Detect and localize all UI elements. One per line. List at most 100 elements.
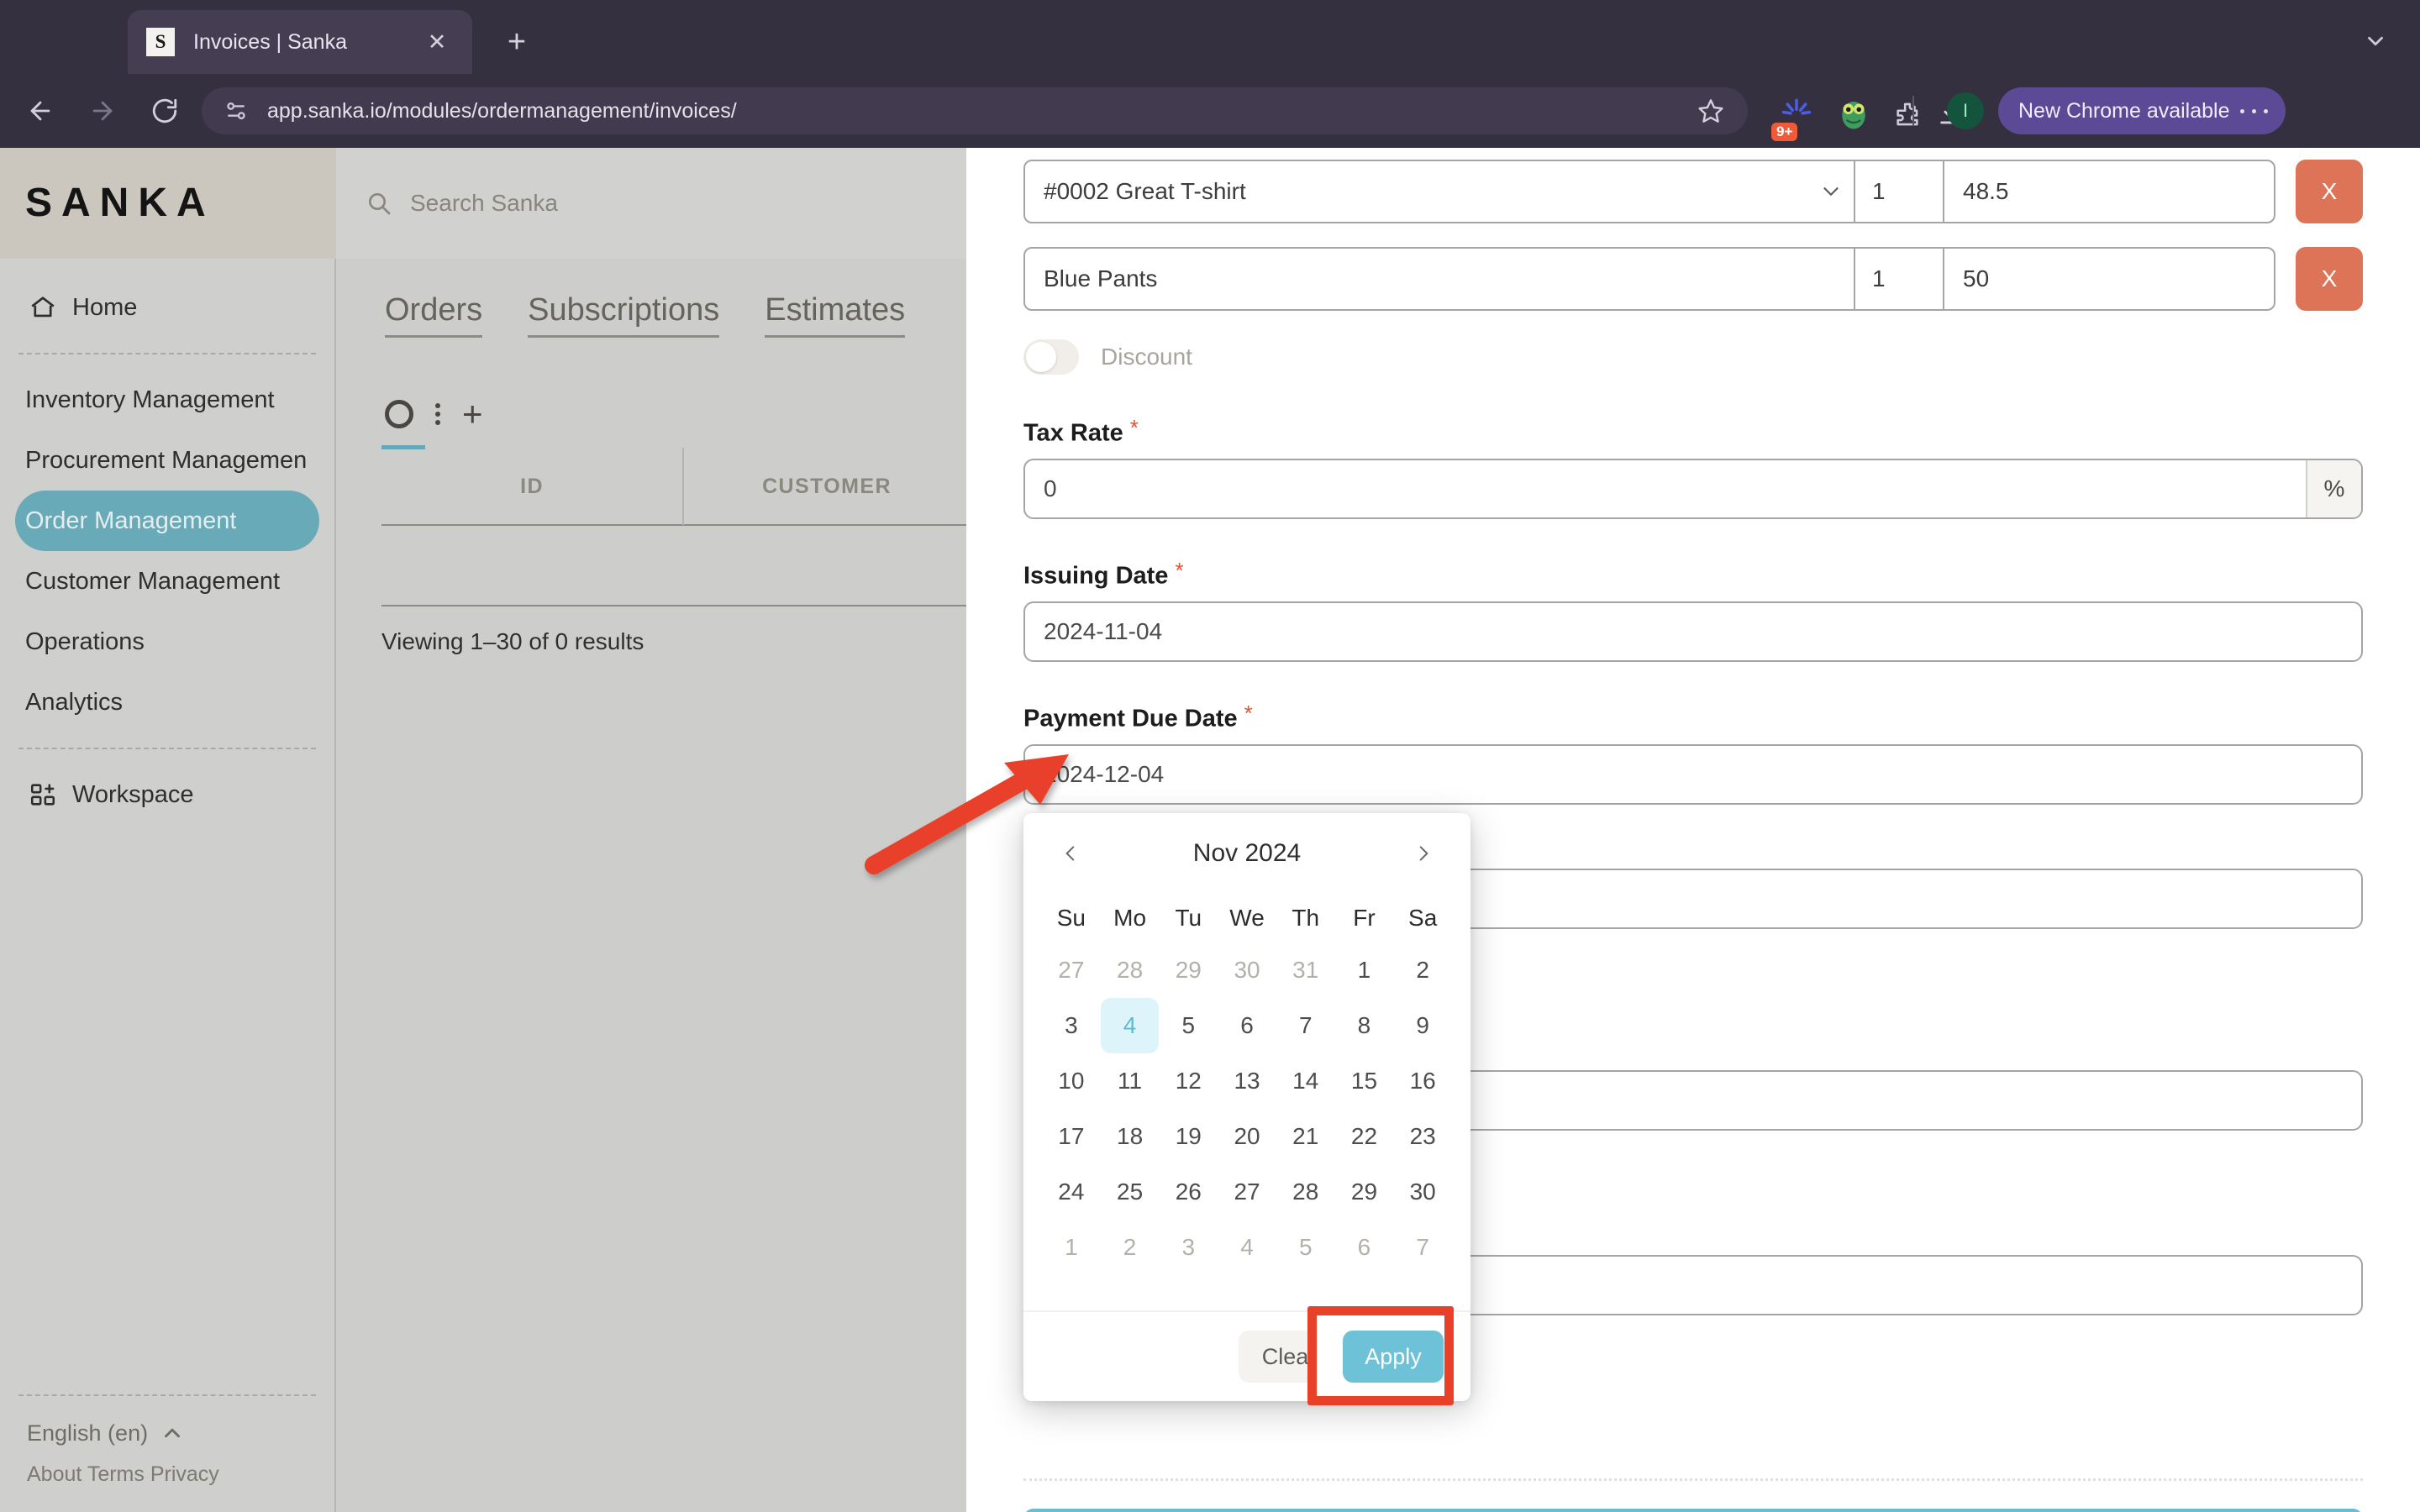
kebab-menu-icon[interactable] xyxy=(2237,93,2272,129)
calendar-day[interactable]: 28 xyxy=(1101,942,1160,998)
calendar-day[interactable]: 7 xyxy=(1276,998,1335,1053)
new-tab-button[interactable]: + xyxy=(497,24,536,62)
calendar-day[interactable]: 9 xyxy=(1393,998,1452,1053)
price-input[interactable]: 48.5 xyxy=(1943,161,2274,222)
forward-arrow-icon[interactable] xyxy=(81,89,124,133)
tab-subscriptions[interactable]: Subscriptions xyxy=(528,292,719,338)
chevron-down-icon[interactable] xyxy=(2354,20,2396,62)
view-options-icon[interactable] xyxy=(435,400,440,428)
calendar-day[interactable]: 31 xyxy=(1276,942,1335,998)
calendar-day[interactable]: 6 xyxy=(1218,998,1276,1053)
legal-links[interactable]: About Terms Privacy xyxy=(0,1455,334,1494)
remove-line-item-button[interactable]: X xyxy=(2296,247,2363,311)
address-bar[interactable]: app.sanka.io/modules/ordermanagement/inv… xyxy=(202,87,1748,134)
calendar-day[interactable]: 20 xyxy=(1218,1109,1276,1164)
extension-icon-notifications[interactable]: 9+ xyxy=(1775,92,1818,136)
calendar-day[interactable]: 30 xyxy=(1218,942,1276,998)
tab-estimates[interactable]: Estimates xyxy=(765,292,905,338)
calendar-day[interactable]: 7 xyxy=(1393,1220,1452,1275)
create-invoices-button[interactable]: Create Invoices xyxy=(1023,1509,2363,1512)
quantity-input[interactable]: 1 xyxy=(1854,161,1943,222)
apply-button-highlighted[interactable]: Apply xyxy=(1343,1331,1444,1383)
calendar-day[interactable]: 21 xyxy=(1276,1109,1335,1164)
chrome-update-button[interactable]: New Chrome available xyxy=(1998,87,2286,134)
calendar-day[interactable]: 10 xyxy=(1042,1053,1101,1109)
calendar-day[interactable]: 18 xyxy=(1101,1109,1160,1164)
product-name: #0002 Great T-shirt xyxy=(1025,161,1808,222)
reload-icon[interactable] xyxy=(143,89,187,133)
calendar-day[interactable]: 19 xyxy=(1159,1109,1218,1164)
sidebar-item-label: Customer Management xyxy=(25,568,280,596)
calendar-day[interactable]: 3 xyxy=(1159,1220,1218,1275)
calendar-day[interactable]: 23 xyxy=(1393,1109,1452,1164)
calendar-day[interactable]: 13 xyxy=(1218,1053,1276,1109)
calendar-day[interactable]: 29 xyxy=(1335,1164,1394,1220)
calendar-day[interactable]: 28 xyxy=(1276,1164,1335,1220)
calendar-day[interactable]: 3 xyxy=(1042,998,1101,1053)
sidebar-item-customer-management[interactable]: Customer Management xyxy=(15,551,319,612)
issuing-date-input[interactable]: 2024-11-04 xyxy=(1023,601,2363,662)
sidebar-item-procurement-management[interactable]: Procurement Managemen xyxy=(15,430,319,491)
column-header-id[interactable]: ID xyxy=(381,448,684,525)
calendar-day[interactable]: 1 xyxy=(1042,1220,1101,1275)
sidebar-item-order-management[interactable]: Order Management xyxy=(15,491,319,551)
calendar-day[interactable]: 29 xyxy=(1159,942,1218,998)
calendar-day[interactable]: 15 xyxy=(1335,1053,1394,1109)
browser-tab[interactable]: S Invoices | Sanka ✕ xyxy=(128,10,472,74)
sidebar-item-label: Inventory Management xyxy=(25,386,275,414)
calendar-day[interactable]: 5 xyxy=(1159,998,1218,1053)
sidebar-item-inventory-management[interactable]: Inventory Management xyxy=(15,370,319,430)
site-info-icon[interactable] xyxy=(220,95,252,127)
calendar-day[interactable]: 12 xyxy=(1159,1053,1218,1109)
prev-month-icon[interactable] xyxy=(1052,835,1089,872)
calendar-day[interactable]: 24 xyxy=(1042,1164,1101,1220)
calendar-week-row: 24 25 26 27 28 29 30 xyxy=(1042,1164,1452,1220)
sidebar-item-operations[interactable]: Operations xyxy=(15,612,319,672)
extension-icon-frog[interactable] xyxy=(1832,92,1876,136)
calendar-day[interactable]: 2 xyxy=(1393,942,1452,998)
calendar-day[interactable]: 14 xyxy=(1276,1053,1335,1109)
calendar-day[interactable]: 11 xyxy=(1101,1053,1160,1109)
price-input[interactable]: 50 xyxy=(1943,249,2274,309)
payment-due-date-input[interactable]: 2024-12-04 xyxy=(1023,744,2363,805)
add-view-button[interactable]: + xyxy=(462,402,483,427)
sidebar-item-home[interactable]: Home xyxy=(15,277,319,338)
column-header-customer[interactable]: CUSTOMER xyxy=(684,475,970,499)
quantity-input[interactable]: 1 xyxy=(1854,249,1943,309)
product-select[interactable]: #0002 Great T-shirt 1 48.5 xyxy=(1023,160,2275,223)
tab-orders[interactable]: Orders xyxy=(385,292,482,338)
calendar-day[interactable]: 4 xyxy=(1218,1220,1276,1275)
star-icon[interactable] xyxy=(1692,92,1729,129)
calendar-day[interactable]: 1 xyxy=(1335,942,1394,998)
sidebar-item-workspace[interactable]: Workspace xyxy=(15,764,319,825)
calendar-day[interactable]: 6 xyxy=(1335,1220,1394,1275)
calendar-day[interactable]: 25 xyxy=(1101,1164,1160,1220)
view-indicator-icon[interactable] xyxy=(385,400,413,428)
calendar-day[interactable]: 8 xyxy=(1335,998,1394,1053)
calendar-day[interactable]: 30 xyxy=(1393,1164,1452,1220)
calendar-day[interactable]: 27 xyxy=(1218,1164,1276,1220)
calendar-day[interactable]: 17 xyxy=(1042,1109,1101,1164)
avatar[interactable]: I xyxy=(1947,92,1984,129)
tax-rate-input[interactable]: 0 % xyxy=(1023,459,2363,519)
calendar-day[interactable]: 22 xyxy=(1335,1109,1394,1164)
product-select[interactable]: Blue Pants 1 50 xyxy=(1023,247,2275,311)
remove-line-item-button[interactable]: X xyxy=(2296,160,2363,223)
language-selector[interactable]: English (en) xyxy=(0,1411,334,1455)
close-icon[interactable]: ✕ xyxy=(420,31,454,54)
calendar-day[interactable]: 2 xyxy=(1101,1220,1160,1275)
back-arrow-icon[interactable] xyxy=(18,89,62,133)
calendar-day[interactable]: 27 xyxy=(1042,942,1101,998)
browser-toolbar: app.sanka.io/modules/ordermanagement/inv… xyxy=(0,74,2420,148)
chevron-down-icon[interactable] xyxy=(1808,161,1854,222)
calendar-day[interactable]: 26 xyxy=(1159,1164,1218,1220)
calendar-grid: Su Mo Tu We Th Fr Sa 27 28 29 30 31 1 2 … xyxy=(1023,894,1470,1275)
calendar-day[interactable]: 16 xyxy=(1393,1053,1452,1109)
next-month-icon[interactable] xyxy=(1405,835,1442,872)
calendar-week-row: 1 2 3 4 5 6 7 xyxy=(1042,1220,1452,1275)
calendar-day-selected[interactable]: 4 xyxy=(1101,998,1160,1053)
discount-toggle[interactable] xyxy=(1023,339,1079,375)
calendar-day[interactable]: 5 xyxy=(1276,1220,1335,1275)
sidebar-item-analytics[interactable]: Analytics xyxy=(15,672,319,732)
puzzle-icon[interactable] xyxy=(1886,92,1929,136)
